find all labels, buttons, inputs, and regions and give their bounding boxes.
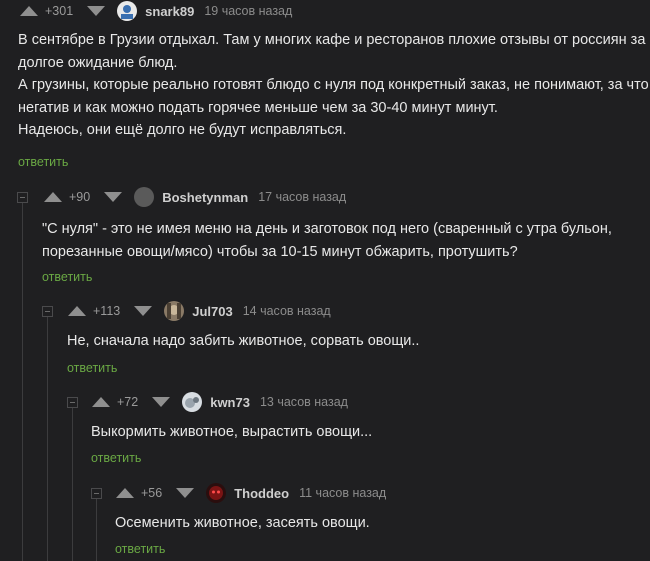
downvote-icon[interactable] xyxy=(87,6,106,16)
reply-link[interactable]: ответить xyxy=(42,270,92,284)
comment-line: Не, сначала надо забить животное, сорват… xyxy=(67,333,420,349)
upvote-icon[interactable] xyxy=(92,397,110,407)
thread-line-3 xyxy=(72,402,73,561)
thread-line-2 xyxy=(47,311,48,561)
upvote-icon[interactable] xyxy=(44,192,62,202)
comment-rating: +301 xyxy=(45,4,74,18)
comment-username[interactable]: Boshetynman xyxy=(162,190,248,205)
comment-username[interactable]: kwn73 xyxy=(210,395,250,410)
avatar[interactable] xyxy=(164,301,185,321)
comment-body: "С нуля" - это не имея меню на день и за… xyxy=(42,218,612,263)
collapse-toggle[interactable] xyxy=(17,192,28,203)
vote-controls: +301 xyxy=(20,4,117,18)
collapse-toggle[interactable] xyxy=(67,397,78,408)
thread-line-1 xyxy=(22,197,23,561)
comment-header: +90 Boshetynman 17 часов назад xyxy=(44,186,346,208)
collapse-toggle[interactable] xyxy=(42,306,53,317)
comment-time[interactable]: 17 часов назад xyxy=(258,190,346,204)
upvote-icon[interactable] xyxy=(116,488,134,498)
vote-controls: +113 xyxy=(68,304,164,318)
reply-link[interactable]: ответить xyxy=(18,155,68,169)
comment-username[interactable]: Thoddeo xyxy=(234,486,289,501)
reply-link[interactable]: ответить xyxy=(91,451,141,465)
downvote-icon[interactable] xyxy=(176,488,195,498)
comment-body: Осеменить животное, засеять овощи. xyxy=(115,512,370,535)
comment-line: "С нуля" - это не имея меню на день и за… xyxy=(42,221,612,237)
comment-line: Надеюсь, они ещё долго не будут исправля… xyxy=(18,122,347,138)
comment-username[interactable]: Jul703 xyxy=(192,304,232,319)
comment-time[interactable]: 19 часов назад xyxy=(204,4,292,18)
comment-rating: +72 xyxy=(117,395,139,409)
comment-line: А грузины, которые реально готовят блюдо… xyxy=(18,77,649,93)
comment-body: Не, сначала надо забить животное, сорват… xyxy=(67,330,419,353)
avatar[interactable] xyxy=(182,392,203,412)
comment-header: +56 Thoddeo 11 часов назад xyxy=(116,482,386,504)
vote-controls: +56 xyxy=(116,486,206,500)
downvote-icon[interactable] xyxy=(104,192,123,202)
downvote-icon[interactable] xyxy=(152,397,171,407)
comment-rating: +113 xyxy=(93,304,121,318)
avatar[interactable] xyxy=(117,1,138,21)
comment-rating: +90 xyxy=(69,190,91,204)
comment-username[interactable]: snark89 xyxy=(145,4,194,19)
upvote-icon[interactable] xyxy=(68,306,86,316)
reply-link[interactable]: ответить xyxy=(115,542,165,556)
comment-time[interactable]: 13 часов назад xyxy=(260,395,348,409)
upvote-icon[interactable] xyxy=(20,6,38,16)
comment-line: Выкормить животное, вырастить овощи... xyxy=(91,424,373,440)
comment-line: негатив и как можно подать горячее меньш… xyxy=(18,99,498,116)
collapse-toggle[interactable] xyxy=(91,488,102,499)
avatar[interactable] xyxy=(206,483,227,503)
vote-controls: +72 xyxy=(92,395,182,409)
comment-line: порезанные овощи/мясо) чтобы за 10-15 ми… xyxy=(42,243,518,260)
comment-time[interactable]: 14 часов назад xyxy=(243,304,331,318)
comment-line: В сентябре в Грузии отдыхал. Там у многи… xyxy=(18,32,646,48)
avatar[interactable] xyxy=(134,187,155,207)
comment-body: В сентябре в Грузии отдыхал. Там у многи… xyxy=(18,29,649,142)
comment-header: +301 snark89 19 часов назад xyxy=(20,0,292,22)
comment-time[interactable]: 11 часов назад xyxy=(299,486,386,500)
comment-header: +113 Jul703 14 часов назад xyxy=(68,300,331,322)
reply-link[interactable]: ответить xyxy=(67,361,117,375)
thread-line-4 xyxy=(96,493,97,561)
vote-controls: +90 xyxy=(44,190,134,204)
comment-rating: +56 xyxy=(141,486,163,500)
comment-header: +72 kwn73 13 часов назад xyxy=(92,391,348,413)
comment-line: долгое ожидание блюд. xyxy=(18,54,178,71)
comment-body: Выкормить животное, вырастить овощи... xyxy=(91,421,372,444)
downvote-icon[interactable] xyxy=(134,306,153,316)
comment-line: Осеменить животное, засеять овощи. xyxy=(115,515,370,531)
